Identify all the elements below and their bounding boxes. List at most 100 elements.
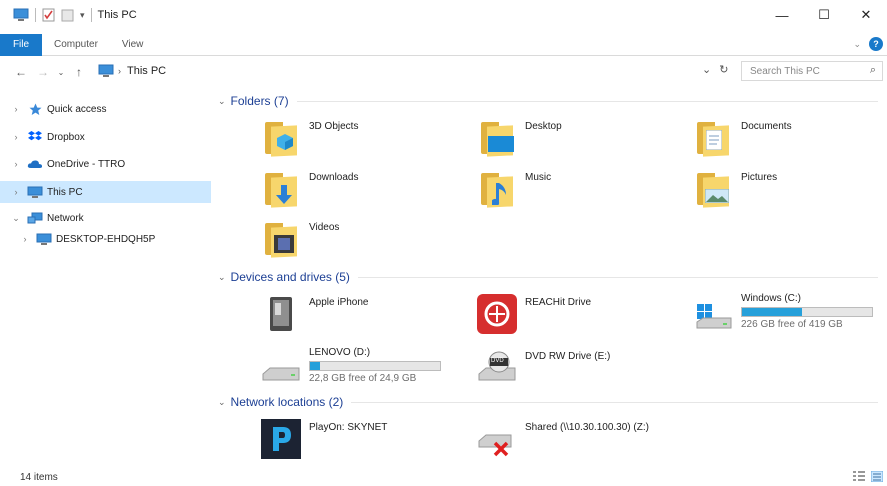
network-playon-skynet[interactable]: PlayOn: SKYNET — [261, 419, 387, 459]
sidebar-item-onedrive[interactable]: › OneDrive - TTRO — [0, 153, 211, 175]
maximize-button[interactable]: ☐ — [803, 0, 845, 30]
folder-label: Videos — [309, 222, 340, 233]
onedrive-cloud-icon — [27, 157, 43, 171]
new-folder-icon[interactable] — [61, 8, 74, 22]
divider — [296, 100, 878, 102]
group-collapse-icon[interactable]: ⌄ — [218, 96, 226, 107]
sidebar-item-quick-access[interactable]: › Quick access — [0, 98, 211, 120]
folder-videos[interactable]: Videos — [261, 219, 339, 259]
expand-chevron-icon[interactable]: › — [18, 234, 32, 244]
drive-usage-fill — [742, 308, 802, 316]
qat-dropdown-icon[interactable]: ▾ — [80, 10, 85, 21]
folder-3d-objects-icon — [261, 118, 301, 158]
recent-locations-icon[interactable]: ⌄ — [54, 68, 68, 77]
navigation-pane: › Quick access › Dropbox › OneDrive - TT… — [0, 92, 211, 462]
group-header-network[interactable]: ⌄ Network locations (2) — [218, 395, 878, 409]
star-icon — [27, 102, 43, 116]
folder-documents-icon — [693, 118, 733, 158]
sidebar-item-network[interactable]: ⌄ Network — [0, 207, 211, 229]
computer-icon — [13, 8, 29, 21]
divider — [90, 8, 92, 22]
folder-label: Documents — [741, 121, 792, 132]
device-label: Apple iPhone — [309, 297, 369, 308]
close-button[interactable]: ✕ — [845, 0, 887, 30]
group-collapse-icon[interactable]: ⌄ — [218, 397, 226, 408]
phone-device-icon — [261, 294, 301, 334]
network-shared-z[interactable]: Shared (\\10.30.100.30) (Z:) — [477, 419, 649, 459]
playon-icon — [261, 419, 301, 459]
expand-chevron-icon[interactable]: › — [9, 104, 23, 114]
drive-label: Windows (C:) — [741, 293, 802, 304]
folder-music[interactable]: Music — [477, 169, 551, 209]
divider — [351, 401, 878, 403]
drive-lenovo-d[interactable]: LENOVO (D:) 22,8 GB free of 24,9 GB — [261, 347, 441, 388]
group-header-devices[interactable]: ⌄ Devices and drives (5) — [218, 270, 878, 284]
folder-videos-icon — [261, 219, 301, 259]
sidebar-item-label: Dropbox — [47, 131, 85, 143]
breadcrumb[interactable]: This PC — [127, 65, 166, 77]
minimize-button[interactable]: — — [761, 0, 803, 30]
search-icon[interactable]: ⌕ — [870, 64, 876, 77]
device-apple-iphone[interactable]: Apple iPhone — [261, 294, 369, 334]
divider — [357, 276, 878, 278]
up-icon[interactable]: ↑ — [68, 65, 90, 79]
folder-downloads[interactable]: Downloads — [261, 169, 358, 209]
tab-file[interactable]: File — [0, 33, 42, 56]
sidebar-item-desktop-ehdqh5p[interactable]: › DESKTOP-EHDQH5P — [0, 228, 211, 250]
search-placeholder: Search This PC — [750, 65, 820, 77]
device-reachit-drive[interactable]: REACHit Drive — [477, 294, 591, 334]
ribbon-tabs: File Computer View ⌄ ? — [0, 33, 887, 56]
expand-chevron-icon[interactable]: › — [9, 159, 23, 169]
reachit-drive-icon — [477, 294, 517, 334]
item-count: 14 items — [20, 471, 58, 483]
collapse-chevron-icon[interactable]: ⌄ — [9, 213, 23, 224]
back-icon[interactable]: ← — [10, 65, 32, 79]
folder-music-icon — [477, 169, 517, 209]
details-view-icon[interactable] — [853, 471, 865, 482]
folder-pictures[interactable]: Pictures — [693, 169, 777, 209]
expand-chevron-icon[interactable]: › — [9, 132, 23, 142]
view-switcher — [853, 471, 883, 482]
dvd-drive-icon: DVD — [477, 348, 517, 388]
title-bar: ▾ This PC — ☐ ✕ — [0, 0, 887, 30]
computer-icon — [36, 232, 52, 246]
hard-drive-icon — [261, 348, 301, 388]
forward-icon[interactable]: → — [32, 65, 54, 79]
ribbon-right-controls: ⌄ ? — [853, 37, 883, 51]
address-bar[interactable]: › This PC — [98, 61, 740, 81]
folder-desktop[interactable]: Desktop — [477, 118, 562, 158]
quick-access-toolbar: ▾ — [13, 8, 92, 22]
breadcrumb-separator-icon[interactable]: › — [118, 66, 121, 76]
sidebar-item-this-pc[interactable]: › This PC — [0, 181, 211, 203]
drive-free-space: 226 GB free of 419 GB — [741, 319, 843, 330]
folder-label: Desktop — [525, 121, 562, 132]
sidebar-item-dropbox[interactable]: › Dropbox — [0, 126, 211, 148]
folder-3d-objects[interactable]: 3D Objects — [261, 118, 358, 158]
device-label: DVD RW Drive (E:) — [525, 351, 611, 362]
navigation-bar: ← → ⌄ ↑ › This PC ⌄ ↻ Search This PC ⌕ — [0, 60, 887, 84]
disconnected-network-drive-icon — [477, 419, 517, 459]
refresh-icon[interactable]: ↻ — [719, 63, 728, 76]
properties-icon[interactable] — [42, 8, 55, 22]
expand-chevron-icon[interactable]: › — [9, 187, 23, 197]
folder-downloads-icon — [261, 169, 301, 209]
drive-label: LENOVO (D:) — [309, 347, 371, 358]
sidebar-item-label: Network — [47, 212, 84, 224]
group-header-folders[interactable]: ⌄ Folders (7) — [218, 94, 878, 108]
drive-windows-c[interactable]: Windows (C:) 226 GB free of 419 GB — [693, 293, 873, 334]
dvd-badge: DVD — [491, 358, 504, 364]
group-collapse-icon[interactable]: ⌄ — [218, 272, 226, 283]
search-input[interactable]: Search This PC ⌕ — [741, 61, 883, 81]
address-dropdown-icon[interactable]: ⌄ — [702, 63, 711, 76]
tiles-view-icon[interactable] — [871, 471, 883, 482]
tab-computer[interactable]: Computer — [42, 39, 110, 50]
sidebar-item-label: Quick access — [47, 103, 107, 115]
drive-usage-bar — [309, 361, 441, 371]
drive-dvd-rw-e[interactable]: DVD DVD RW Drive (E:) — [477, 348, 610, 388]
group-title: Network locations (2) — [230, 395, 344, 409]
content-pane: ⌄ Folders (7) 3D Objects Desktop Documen… — [213, 88, 887, 462]
ribbon-expand-icon[interactable]: ⌄ — [853, 39, 861, 50]
folder-documents[interactable]: Documents — [693, 118, 792, 158]
help-icon[interactable]: ? — [869, 37, 883, 51]
tab-view[interactable]: View — [110, 39, 156, 50]
